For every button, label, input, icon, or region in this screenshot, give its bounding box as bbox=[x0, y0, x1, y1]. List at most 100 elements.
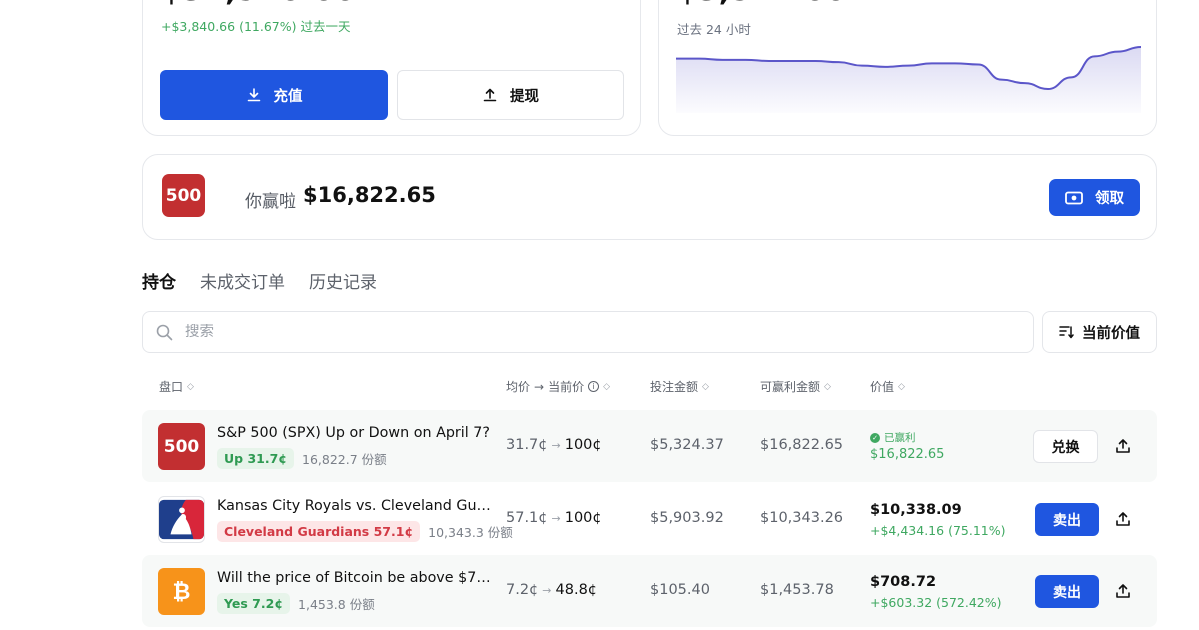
shares-count: 1,453.8 份额 bbox=[298, 597, 375, 612]
share-icon[interactable] bbox=[1114, 582, 1132, 600]
claim-label: 领取 bbox=[1095, 191, 1124, 207]
search-input[interactable] bbox=[185, 324, 1005, 340]
portfolio-change: +$3,840.66 (11.67%) 过去一天 bbox=[161, 16, 351, 35]
spx-500-logo: 500 bbox=[158, 423, 205, 470]
header-value-label: 价值 bbox=[870, 380, 895, 394]
to-win-amount: $10,343.26 bbox=[760, 510, 844, 526]
avg-price: 31.7¢ bbox=[506, 437, 548, 453]
price-cell: 31.7¢ → 100¢ bbox=[506, 437, 602, 453]
sort-arrows-icon: ◇ bbox=[187, 381, 194, 392]
sell-button[interactable]: 卖出 bbox=[1035, 503, 1099, 536]
price-cell: 7.2¢ → 48.8¢ bbox=[506, 582, 597, 598]
win-label: 你赢啦 bbox=[245, 192, 296, 212]
market-title[interactable]: Kansas City Royals vs. Cleveland Guardia… bbox=[217, 498, 497, 514]
current-price: 100¢ bbox=[564, 510, 602, 526]
position-value: $16,822.65 bbox=[870, 447, 945, 462]
sort-arrows-icon: ◇ bbox=[702, 381, 709, 392]
header-cur-label: 当前价 bbox=[548, 380, 585, 394]
market-title[interactable]: S&P 500 (SPX) Up or Down on April 7? bbox=[217, 425, 490, 441]
tab-history[interactable]: 历史记录 bbox=[309, 268, 377, 293]
table-row[interactable]: ₿ Will the price of Bitcoin be above $72… bbox=[142, 555, 1157, 627]
pnl-chart-area bbox=[676, 47, 1141, 113]
share-icon[interactable] bbox=[1114, 437, 1132, 455]
avg-price: 57.1¢ bbox=[506, 510, 548, 526]
spx-500-logo: 500 bbox=[162, 174, 205, 217]
outcome-pill: Up 31.7¢ bbox=[217, 448, 294, 469]
position-value: $10,338.09 bbox=[870, 502, 962, 518]
sell-button[interactable]: 卖出 bbox=[1035, 575, 1099, 608]
pnl-card: $3,542.66 过去 24 小时 bbox=[658, 0, 1157, 136]
check-circle-icon: ✓ bbox=[870, 432, 880, 443]
pnl-chart bbox=[676, 46, 1141, 113]
pnl-period: 过去 24 小时 bbox=[677, 22, 751, 37]
current-price: 100¢ bbox=[564, 437, 602, 453]
position-change: +$603.32 (572.42%) bbox=[870, 595, 1002, 610]
win-amount: $16,822.65 bbox=[303, 183, 436, 207]
position-tabs: 持仓 未成交订单 历史记录 bbox=[142, 268, 377, 293]
search-box bbox=[142, 311, 1034, 353]
won-status: ✓ 已赢利 bbox=[870, 430, 916, 445]
deposit-label: 充值 bbox=[273, 88, 303, 105]
shares-count: 10,343.3 份额 bbox=[428, 525, 513, 540]
price-cell: 57.1¢ → 100¢ bbox=[506, 510, 602, 526]
claim-button[interactable]: 领取 bbox=[1049, 179, 1140, 216]
bet-amount: $105.40 bbox=[650, 582, 710, 598]
portfolio-value: $32,976.66 bbox=[161, 0, 356, 8]
upload-icon bbox=[483, 88, 497, 102]
arrow-right-icon: → bbox=[551, 512, 561, 525]
pnl-value: $3,542.66 bbox=[677, 0, 846, 8]
sort-arrows-icon: ◇ bbox=[603, 381, 611, 392]
shares-count: 16,822.7 份额 bbox=[302, 452, 387, 467]
cash-icon bbox=[1065, 191, 1083, 204]
tab-positions[interactable]: 持仓 bbox=[142, 268, 176, 293]
search-icon bbox=[156, 324, 173, 340]
bitcoin-logo: ₿ bbox=[158, 568, 205, 615]
portfolio-change-period: 过去一天 bbox=[300, 19, 351, 34]
header-bet[interactable]: 投注金额 ◇ bbox=[650, 378, 709, 395]
current-price: 48.8¢ bbox=[555, 582, 598, 598]
header-market[interactable]: 盘口 ◇ bbox=[159, 378, 194, 395]
share-icon[interactable] bbox=[1114, 510, 1132, 528]
market-title[interactable]: Will the price of Bitcoin be above $72,0… bbox=[217, 570, 497, 586]
mlb-logo bbox=[158, 496, 205, 543]
outcome-info: Up 31.7¢ 16,822.7 份额 bbox=[217, 448, 387, 469]
header-market-label: 盘口 bbox=[159, 380, 184, 394]
to-win-amount: $1,453.78 bbox=[760, 582, 834, 598]
outcome-pill: Yes 7.2¢ bbox=[217, 593, 291, 614]
outcome-pill: Cleveland Guardians 57.1¢ bbox=[217, 521, 421, 542]
withdraw-button[interactable]: 提现 bbox=[397, 70, 624, 120]
won-status-label: 已赢利 bbox=[884, 432, 916, 444]
withdraw-label: 提现 bbox=[510, 88, 539, 105]
header-bet-label: 投注金额 bbox=[650, 380, 699, 394]
header-avg-label: 均价 bbox=[506, 380, 531, 394]
table-row[interactable]: 500 S&P 500 (SPX) Up or Down on April 7?… bbox=[142, 410, 1157, 482]
deposit-button[interactable]: 充值 bbox=[160, 70, 388, 120]
position-value: $708.72 bbox=[870, 574, 937, 590]
sort-button[interactable]: 当前价值 bbox=[1042, 311, 1157, 353]
info-icon[interactable]: i bbox=[588, 381, 600, 392]
header-to-win-label: 可赢利金额 bbox=[760, 380, 821, 394]
bet-amount: $5,903.92 bbox=[650, 510, 724, 526]
arrow-right-icon: → bbox=[534, 379, 545, 394]
avg-price: 7.2¢ bbox=[506, 582, 539, 598]
win-card: 500 你赢啦 $16,822.65 领取 bbox=[142, 154, 1157, 240]
sort-label: 当前价值 bbox=[1082, 325, 1140, 342]
table-row[interactable]: Kansas City Royals vs. Cleveland Guardia… bbox=[142, 483, 1157, 555]
outcome-info: Cleveland Guardians 57.1¢ 10,343.3 份额 bbox=[217, 521, 513, 542]
header-price[interactable]: 均价 → 当前价 i ◇ bbox=[506, 378, 610, 395]
sort-arrows-icon: ◇ bbox=[824, 381, 831, 392]
position-change: +$4,434.16 (75.11%) bbox=[870, 523, 1006, 538]
arrow-right-icon: → bbox=[542, 584, 552, 597]
header-to-win[interactable]: 可赢利金额 ◇ bbox=[760, 378, 831, 395]
to-win-amount: $16,822.65 bbox=[760, 437, 844, 453]
portfolio-card: $32,976.66 +$3,840.66 (11.67%)过去一天 充值 提现 bbox=[142, 0, 641, 136]
arrow-right-icon: → bbox=[551, 439, 561, 452]
header-value[interactable]: 价值 ◇ bbox=[870, 378, 905, 395]
tab-open-orders[interactable]: 未成交订单 bbox=[200, 268, 285, 293]
portfolio-change-amount: +$3,840.66 (11.67%) bbox=[161, 19, 297, 34]
redeem-button[interactable]: 兑换 bbox=[1033, 430, 1098, 463]
bet-amount: $5,324.37 bbox=[650, 437, 724, 453]
outcome-info: Yes 7.2¢ 1,453.8 份额 bbox=[217, 593, 375, 614]
sort-arrows-icon: ◇ bbox=[898, 381, 905, 392]
download-icon bbox=[247, 88, 260, 102]
